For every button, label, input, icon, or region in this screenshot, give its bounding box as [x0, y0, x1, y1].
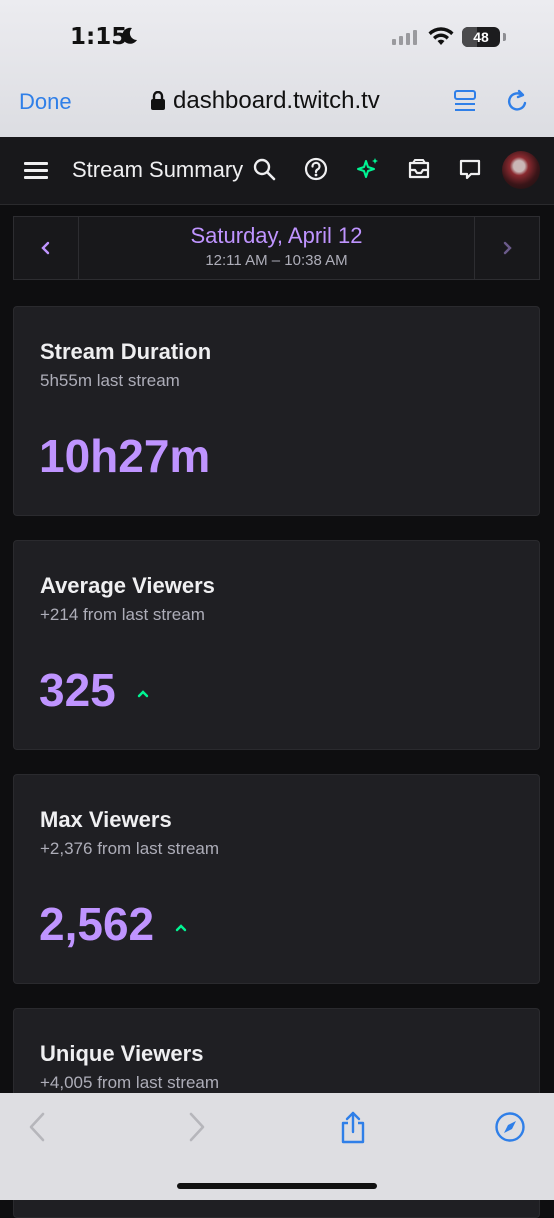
card-subtitle: 5h55m last stream — [40, 371, 180, 390]
battery-level: 48 — [473, 29, 489, 45]
inbox-icon[interactable] — [407, 157, 431, 183]
battery-indicator: 48 — [462, 27, 500, 47]
reader-icon[interactable] — [453, 89, 477, 115]
page-title: Stream Summary — [72, 157, 244, 182]
previous-stream-button[interactable] — [14, 217, 79, 279]
card-subtitle: +2,376 from last stream — [40, 839, 220, 858]
compass-icon[interactable] — [494, 1111, 526, 1143]
card-value: 10h27m — [39, 429, 210, 483]
card-subtitle: +214 from last stream — [40, 605, 205, 624]
lock-icon — [151, 91, 165, 110]
max-viewers-card: Max Viewers +2,376 from last stream 2,56… — [13, 774, 540, 984]
address-bar[interactable]: dashboard.twitch.tv — [150, 87, 380, 115]
date-display: Saturday, April 12 12:11 AM – 10:38 AM — [78, 223, 475, 269]
next-stream-button[interactable] — [474, 217, 539, 279]
help-icon[interactable] — [304, 157, 328, 183]
wifi-icon — [428, 27, 454, 45]
stream-date: Saturday, April 12 — [190, 223, 363, 248]
card-title: Average Viewers — [40, 573, 215, 598]
signal-icon — [392, 30, 417, 45]
average-viewers-card: Average Viewers +214 from last stream 32… — [13, 540, 540, 750]
share-icon[interactable] — [339, 1111, 367, 1145]
card-title: Unique Viewers — [40, 1041, 204, 1066]
stream-duration-value: 10h27m — [39, 430, 211, 482]
sparkle-icon[interactable] — [356, 157, 380, 183]
avatar[interactable] — [502, 151, 540, 189]
chat-icon[interactable] — [458, 157, 482, 183]
reload-icon[interactable] — [504, 88, 530, 116]
date-selector: Saturday, April 12 12:11 AM – 10:38 AM — [13, 216, 540, 280]
moon-icon — [122, 27, 137, 44]
browser-header: 1:15 48 Done dashboard.twitch.tv — [0, 0, 554, 137]
card-value: 2,562 — [39, 897, 187, 951]
stream-time-range: 12:11 AM – 10:38 AM — [205, 252, 348, 269]
trend-up-icon — [137, 690, 148, 698]
card-title: Max Viewers — [40, 807, 172, 832]
average-viewers-value: 325 — [39, 664, 116, 716]
card-value: 325 — [39, 663, 149, 717]
trend-up-icon — [175, 924, 187, 932]
done-button[interactable]: Done — [19, 89, 72, 115]
url-text: dashboard.twitch.tv — [173, 87, 380, 114]
chevron-right-icon — [503, 241, 512, 255]
card-title: Stream Duration — [40, 339, 212, 364]
home-indicator — [177, 1183, 377, 1189]
search-icon[interactable] — [252, 157, 276, 183]
status-time: 1:15 — [70, 24, 128, 50]
card-subtitle: +4,005 from last stream — [40, 1073, 220, 1092]
menu-icon[interactable] — [24, 160, 48, 180]
stream-duration-card: Stream Duration 5h55m last stream 10h27m — [13, 306, 540, 516]
dashboard-nav: Stream Summary — [0, 137, 554, 205]
forward-icon[interactable] — [188, 1111, 206, 1143]
chevron-left-icon — [41, 241, 50, 255]
max-viewers-value: 2,562 — [39, 898, 155, 950]
back-icon[interactable] — [28, 1111, 46, 1143]
